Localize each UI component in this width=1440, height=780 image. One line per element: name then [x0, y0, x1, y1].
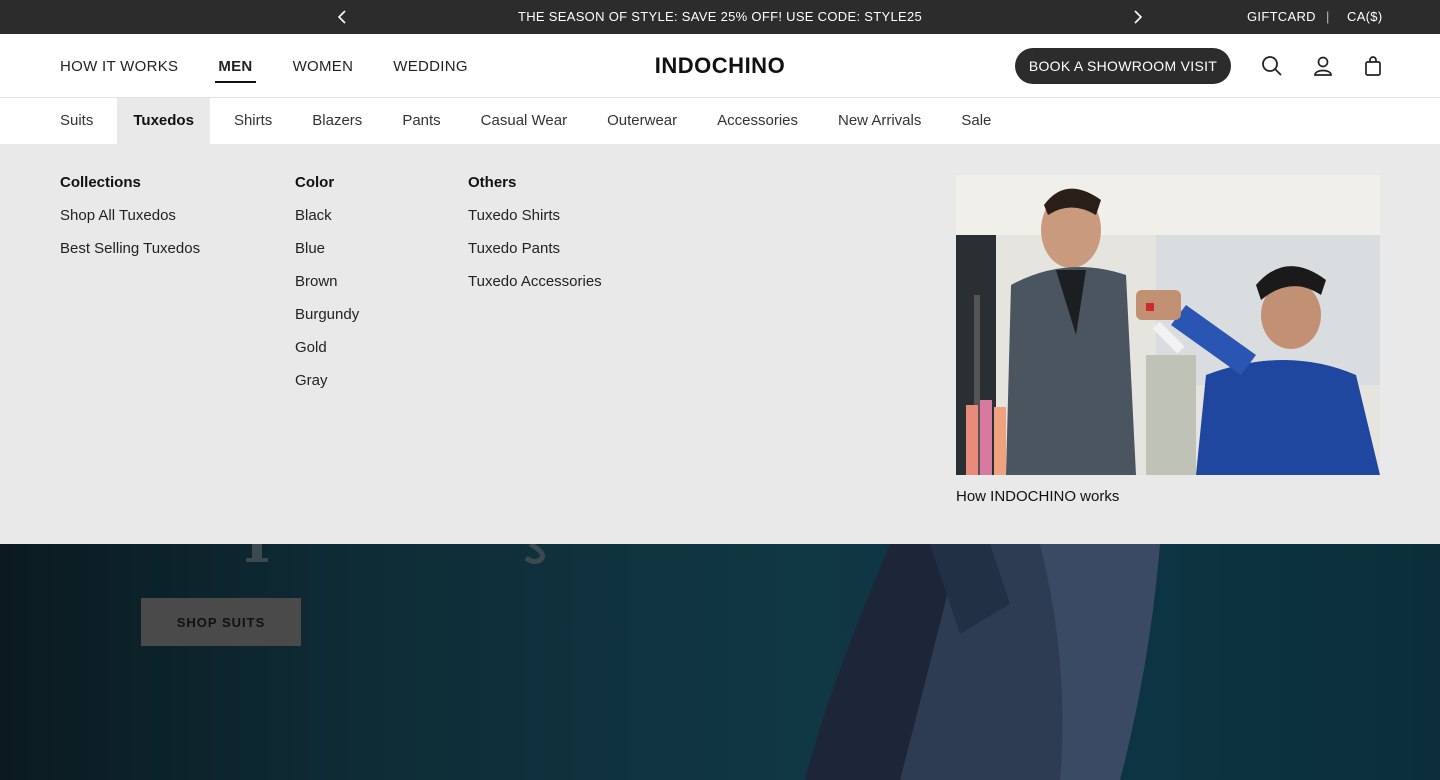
color-column: Color Black Blue Brown Burgundy Gold Gra…	[295, 174, 359, 405]
account-icon[interactable]	[1312, 55, 1334, 77]
search-icon[interactable]	[1261, 55, 1283, 77]
link-color-gold[interactable]: Gold	[295, 339, 359, 356]
promo-message: THE SEASON OF STYLE: SAVE 25% OFF! USE C…	[517, 9, 923, 24]
promo-bar: THE SEASON OF STYLE: SAVE 25% OFF! USE C…	[0, 0, 1440, 34]
nav-wedding[interactable]: WEDDING	[393, 54, 468, 79]
divider: |	[1326, 9, 1330, 24]
chevron-right-icon[interactable]	[1129, 9, 1145, 25]
subnav-outerwear[interactable]: Outerwear	[591, 98, 693, 144]
main-nav: HOW IT WORKS MEN WOMEN WEDDING	[60, 34, 508, 98]
link-shop-all-tuxedos[interactable]: Shop All Tuxedos	[60, 207, 200, 224]
book-showroom-button[interactable]: BOOK A SHOWROOM VISIT	[1015, 48, 1231, 84]
subnav-sale[interactable]: Sale	[945, 98, 1007, 144]
subnav-shirts[interactable]: Shirts	[218, 98, 288, 144]
nav-how-it-works[interactable]: HOW IT WORKS	[60, 54, 178, 79]
currency-selector[interactable]: CA($)	[1347, 9, 1382, 24]
subnav-tuxedos[interactable]: Tuxedos	[117, 98, 210, 144]
shop-suits-button[interactable]: SHOP SUITS	[141, 598, 301, 646]
subnav-accessories[interactable]: Accessories	[701, 98, 814, 144]
collections-column: Collections Shop All Tuxedos Best Sellin…	[60, 174, 200, 273]
link-color-gray[interactable]: Gray	[295, 372, 359, 389]
link-color-brown[interactable]: Brown	[295, 273, 359, 290]
link-tuxedo-pants[interactable]: Tuxedo Pants	[468, 240, 602, 257]
subnav-blazers[interactable]: Blazers	[296, 98, 378, 144]
bag-icon[interactable]	[1362, 55, 1384, 77]
subnav-new-arrivals[interactable]: New Arrivals	[822, 98, 937, 144]
promo-caption[interactable]: How INDOCHINO works	[956, 488, 1119, 505]
hero-image	[246, 544, 1160, 780]
giftcard-link[interactable]: GIFTCARD	[1247, 9, 1316, 24]
mega-menu: Collections Shop All Tuxedos Best Sellin…	[0, 144, 1440, 544]
nav-women[interactable]: WOMEN	[293, 54, 354, 79]
promo-image[interactable]	[956, 175, 1380, 475]
main-header: HOW IT WORKS MEN WOMEN WEDDING INDOCHINO…	[0, 34, 1440, 98]
subnav-pants[interactable]: Pants	[386, 98, 456, 144]
collections-heading: Collections	[60, 174, 141, 191]
subnav-suits[interactable]: Suits	[44, 98, 109, 144]
nav-men[interactable]: MEN	[215, 54, 256, 83]
link-tuxedo-shirts[interactable]: Tuxedo Shirts	[468, 207, 602, 224]
link-color-black[interactable]: Black	[295, 207, 359, 224]
link-best-selling-tuxedos[interactable]: Best Selling Tuxedos	[60, 240, 200, 257]
logo[interactable]: INDOCHINO	[655, 53, 785, 78]
category-nav: Suits Tuxedos Shirts Blazers Pants Casua…	[0, 98, 1440, 144]
subnav-casual-wear[interactable]: Casual Wear	[465, 98, 583, 144]
link-color-burgundy[interactable]: Burgundy	[295, 306, 359, 323]
link-color-blue[interactable]: Blue	[295, 240, 359, 257]
link-tuxedo-accessories[interactable]: Tuxedo Accessories	[468, 273, 602, 290]
hero-banner: SHOP SUITS	[0, 544, 1440, 780]
others-heading: Others	[468, 174, 517, 191]
color-heading: Color	[295, 174, 335, 191]
others-column: Others Tuxedo Shirts Tuxedo Pants Tuxedo…	[468, 174, 602, 306]
